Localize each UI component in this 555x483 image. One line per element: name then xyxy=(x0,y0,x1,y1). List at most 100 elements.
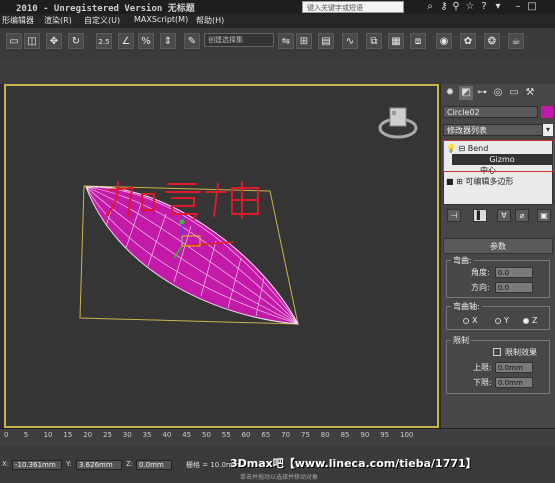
move-icon[interactable]: ✥ xyxy=(46,33,62,49)
menu-rendering[interactable]: 渲染(R) xyxy=(44,15,72,26)
menu-customize[interactable]: 自定义(U) xyxy=(84,15,120,26)
main-toolbar: ▭ ◫ ✥ ↻ 2.5 ∠ % ⇕ ✎ 创建选择集 ⇋ ⊞ ▤ ∿ ⧉ ▦ ⧈ … xyxy=(0,28,555,61)
binoculars-icon[interactable]: ⌕ xyxy=(424,1,436,13)
viewcube xyxy=(378,107,418,139)
curve-editor-icon[interactable]: ∿ xyxy=(342,33,358,49)
rollout-title: 参数 xyxy=(490,242,506,251)
handwritten-annotation xyxy=(105,181,259,220)
snap-icon[interactable]: 2.5 xyxy=(96,33,112,49)
bend-group-label: 弯曲: xyxy=(451,255,474,266)
mirror-icon[interactable]: ⇋ xyxy=(278,33,294,49)
menu-maxscript[interactable]: MAXScript(M) xyxy=(134,15,188,24)
timeline-tick: 70 xyxy=(281,431,291,439)
bend-axis-label: 弯曲轴: xyxy=(451,301,482,312)
ribbon-strip xyxy=(0,60,555,84)
parameters-rollout-header[interactable]: 参数 xyxy=(443,238,553,254)
select-region-icon[interactable]: ▭ xyxy=(6,33,22,49)
render-production-icon[interactable]: ❂ xyxy=(484,33,500,49)
object-name-field[interactable]: Circle02 xyxy=(443,106,538,118)
material-editor-icon[interactable]: ▦ xyxy=(388,33,404,49)
object-color-swatch[interactable] xyxy=(541,106,553,118)
menu-graph-editors[interactable]: 形编辑器 xyxy=(2,15,34,26)
stack-buttons: ⊣ ▌ ∀ ⌀ ▣ xyxy=(443,208,553,224)
lower-limit-spinner[interactable]: 0.0mm xyxy=(495,377,533,388)
window-crossing-icon[interactable]: ◫ xyxy=(24,33,40,49)
modifier-list-dropdown[interactable]: 修改器列表 xyxy=(443,124,543,136)
teapot-icon[interactable]: ☕ xyxy=(508,33,524,49)
render-icon[interactable]: ✿ xyxy=(460,33,476,49)
timeline-tick: 80 xyxy=(320,431,330,439)
angle-label: 角度: xyxy=(471,268,490,277)
pin-stack-icon[interactable]: ⊣ xyxy=(447,209,461,222)
angle-spinner[interactable]: 0.0 xyxy=(495,267,533,278)
minimize-icon[interactable]: – xyxy=(512,1,524,13)
axis-z-label: Z xyxy=(532,316,538,325)
key-icon[interactable]: ⚷ xyxy=(438,1,450,13)
axis-x-label: X xyxy=(472,316,478,325)
search-tools-icon[interactable]: ⚲ xyxy=(450,1,462,13)
timeline-tick: 20 xyxy=(83,431,93,439)
render-setup-icon[interactable]: ⧈ xyxy=(410,33,426,49)
direction-label: 方向: xyxy=(471,283,490,292)
maximize-icon[interactable]: □ xyxy=(526,1,538,13)
timeline-tick: 75 xyxy=(301,431,310,439)
dropdown-icon[interactable]: ▾ xyxy=(492,1,504,13)
hierarchy-tab-icon[interactable]: ⊶ xyxy=(475,86,489,100)
axis-x-radio[interactable] xyxy=(463,318,469,324)
z-label: Z: xyxy=(126,460,134,468)
modify-tab-icon[interactable]: ◩ xyxy=(459,86,473,100)
timeline-tick: 25 xyxy=(103,431,112,439)
bend-group: 弯曲: 角度: 0.0 方向: 0.0 xyxy=(446,255,550,298)
menu-bar: 形编辑器 渲染(R) 自定义(U) MAXScript(M) 帮助(H) xyxy=(0,14,555,28)
create-tab-icon[interactable]: ✹ xyxy=(443,86,457,100)
percent-snap-icon[interactable]: % xyxy=(138,33,154,49)
spinner-snap-icon[interactable]: ⇕ xyxy=(160,33,176,49)
lower-limit-label: 下限: xyxy=(473,378,492,387)
rotate-icon[interactable]: ↻ xyxy=(68,33,84,49)
search-input[interactable]: 键入关键字或短语 xyxy=(302,1,404,13)
make-unique-icon[interactable]: ∀ xyxy=(497,209,511,222)
command-panel: ✹ ◩ ⊶ ◎ ▭ ⚒ Circle02 修改器列表 ▾ 💡 ⊟ Bend Gi… xyxy=(441,84,555,428)
timeline-tick: 30 xyxy=(122,431,132,439)
angle-snap-icon[interactable]: ∠ xyxy=(118,33,134,49)
remove-modifier-icon[interactable]: ⌀ xyxy=(515,209,529,222)
direction-spinner[interactable]: 0.0 xyxy=(495,282,533,293)
status-bar: X: -10.361mm Y: 3.626mm Z: 0.0mm 栅格 = 10… xyxy=(0,446,555,483)
help-icon[interactable]: ? xyxy=(478,1,490,13)
timeline-tick: 95 xyxy=(380,431,390,439)
motion-tab-icon[interactable]: ◎ xyxy=(491,86,505,100)
star-icon[interactable]: ☆ xyxy=(464,1,476,13)
edit-named-sel-icon[interactable]: ✎ xyxy=(184,33,200,49)
configure-sets-icon[interactable]: ▣ xyxy=(537,209,551,222)
x-label: X: xyxy=(2,460,10,468)
z-coordinate-field[interactable]: 0.0mm xyxy=(136,460,172,470)
x-coordinate-field[interactable]: -10.361mm xyxy=(12,460,62,470)
schematic-icon[interactable]: ⧉ xyxy=(366,33,382,49)
stack-highlight-box xyxy=(443,140,554,172)
timeline-tick: 15 xyxy=(63,431,73,439)
limit-effect-checkbox[interactable] xyxy=(493,348,501,356)
render-frame-icon[interactable]: ◉ xyxy=(436,33,452,49)
align-icon[interactable]: ⊞ xyxy=(296,33,312,49)
utilities-tab-icon[interactable]: ⚒ xyxy=(523,86,537,100)
y-coordinate-field[interactable]: 3.626mm xyxy=(76,460,122,470)
title-bar: 2010 - Unregistered Version 无标题 键入关键字或短语… xyxy=(0,0,555,14)
status-prompt: 单击并拖动以选择并移动对象 xyxy=(240,474,319,481)
chevron-down-icon[interactable]: ▾ xyxy=(543,124,553,136)
viewport-canvas xyxy=(79,107,418,325)
axis-y-radio[interactable] xyxy=(495,318,501,324)
bend-axis-group: 弯曲轴: X Y Z xyxy=(446,301,550,330)
menu-help[interactable]: 帮助(H) xyxy=(196,15,224,26)
display-tab-icon[interactable]: ▭ xyxy=(507,86,521,100)
perspective-viewport[interactable] xyxy=(4,84,439,428)
axis-z-radio[interactable] xyxy=(523,318,529,324)
selection-set-dropdown[interactable]: 创建选择集 xyxy=(204,33,274,47)
layer-icon[interactable]: ▤ xyxy=(318,33,334,49)
limit-effect-label: 限制效果 xyxy=(505,348,537,357)
show-end-result-icon[interactable]: ▌ xyxy=(473,209,487,222)
timeline-tick: 90 xyxy=(360,431,370,439)
timeline-tick: 45 xyxy=(182,431,192,439)
stack-item-editable-poly[interactable]: ■ ⊞ 可编辑多边形 xyxy=(446,176,513,187)
upper-limit-spinner[interactable]: 0.0mm xyxy=(495,362,533,373)
timeline-ruler[interactable]: 0 5 10 15 20 25 30 35 40 45 50 55 60 65 70 75 80 85 90 95 10… xyxy=(0,428,555,447)
